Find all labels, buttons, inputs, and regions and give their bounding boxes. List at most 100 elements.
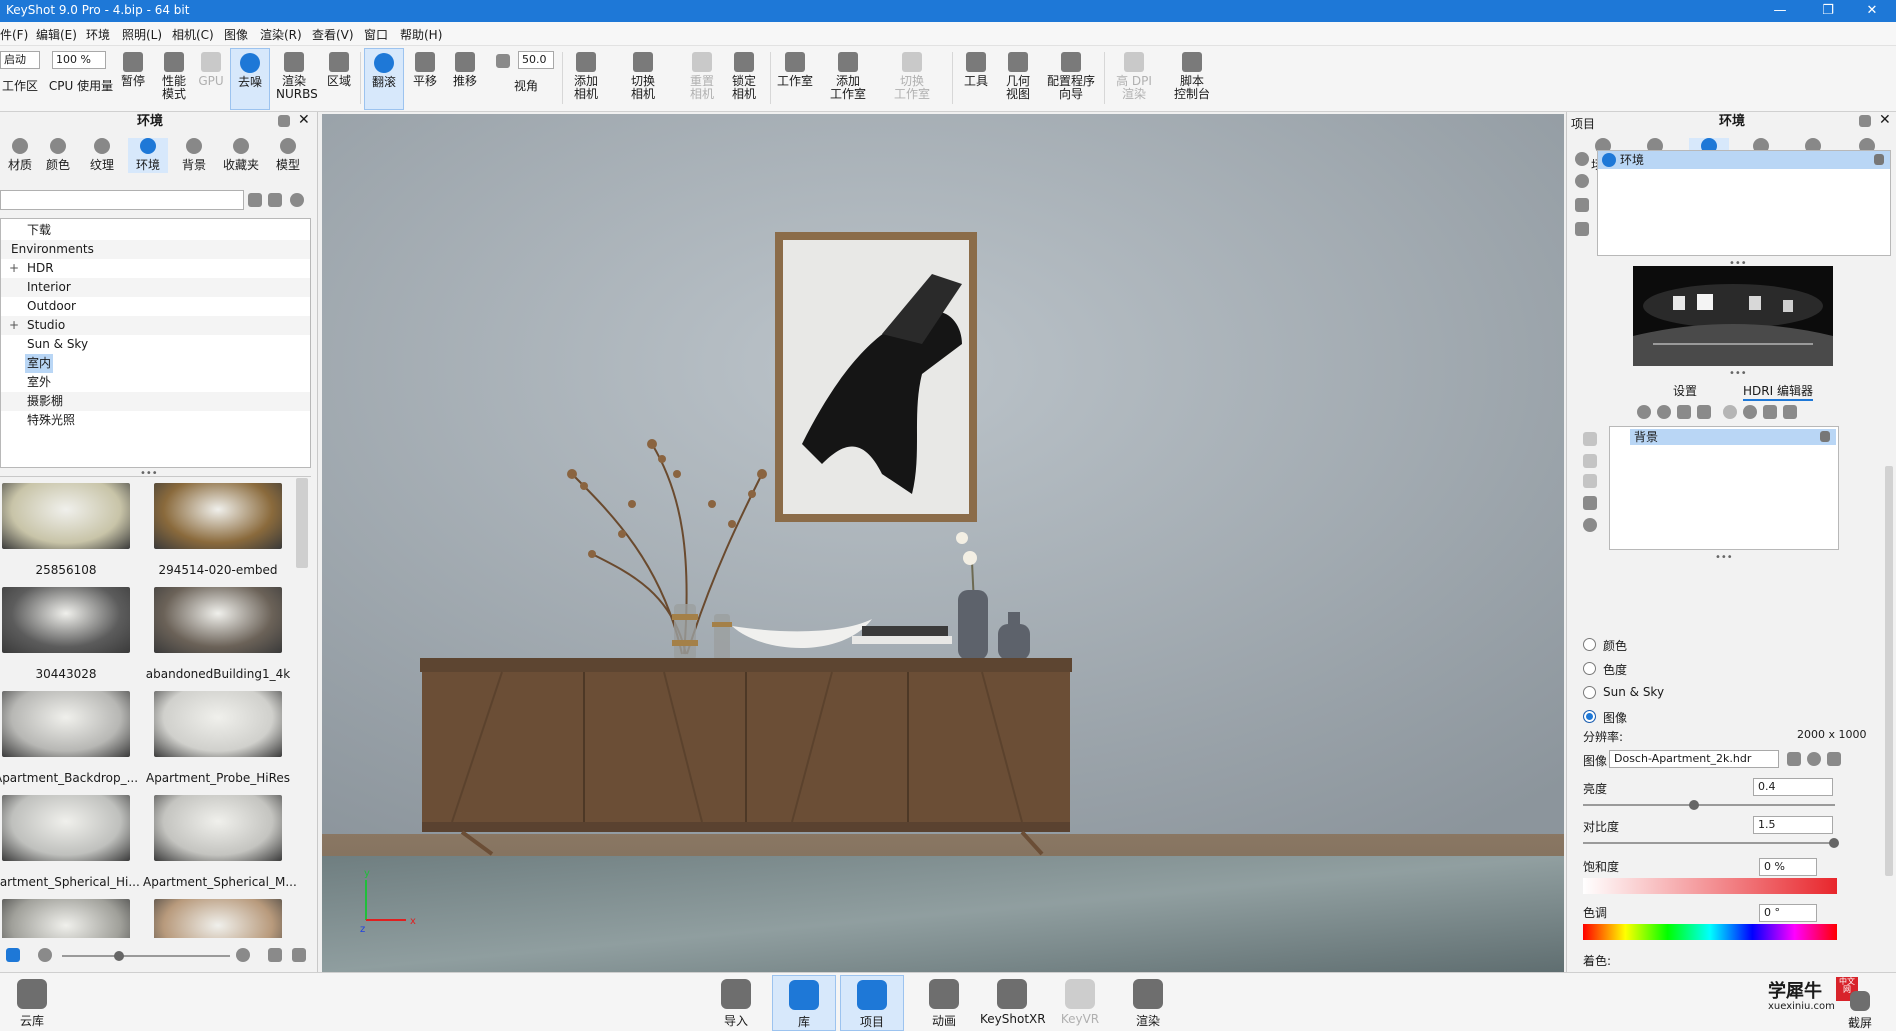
- menu-help[interactable]: 帮助(H): [400, 26, 442, 43]
- background-option-label[interactable]: 图像: [1603, 709, 1627, 726]
- subtab-hdri-editor[interactable]: HDRI 编辑器: [1743, 382, 1813, 401]
- zoom-out-icon[interactable]: [38, 948, 52, 962]
- float-icon[interactable]: [278, 115, 290, 127]
- contrast-input[interactable]: 1.5: [1753, 816, 1833, 834]
- environment-thumbnail[interactable]: [2, 691, 130, 757]
- import-button[interactable]: 导入: [704, 975, 768, 1031]
- tree-item[interactable]: 摄影棚: [1, 392, 310, 411]
- switch-camera-button[interactable]: 切换 相机: [618, 48, 668, 110]
- folder-icon[interactable]: [248, 193, 262, 207]
- tree-item[interactable]: Interior: [1, 278, 310, 297]
- menu-camera[interactable]: 相机(C): [172, 26, 214, 43]
- tools-button[interactable]: 工具: [958, 48, 994, 110]
- environment-thumbnail[interactable]: [154, 691, 282, 757]
- add-pin-icon[interactable]: [1637, 405, 1651, 419]
- environment-thumbnail[interactable]: [154, 795, 282, 861]
- zoom-in-icon[interactable]: [236, 948, 250, 962]
- library-button[interactable]: 库: [772, 975, 836, 1031]
- reset-camera-button[interactable]: 重置 相机: [684, 48, 720, 110]
- background-option-radio[interactable]: [1583, 662, 1596, 675]
- keyvr-button[interactable]: KeyVR: [1048, 975, 1112, 1031]
- add-studio-button[interactable]: 添加 工作室: [826, 48, 870, 110]
- image-file-field[interactable]: Dosch-Apartment_2k.hdr: [1609, 750, 1779, 768]
- panel-scrollbar[interactable]: [1885, 466, 1893, 876]
- maximize-button[interactable]: ❐: [1808, 1, 1848, 21]
- contrast-slider[interactable]: [1583, 842, 1835, 844]
- tree-item[interactable]: + Studio: [1, 316, 310, 335]
- hue-input[interactable]: 0 °: [1759, 904, 1817, 922]
- tab-textures[interactable]: 纹理: [82, 138, 122, 173]
- saturation-gradient[interactable]: [1583, 878, 1837, 894]
- hdri-layer-item[interactable]: 背景: [1630, 429, 1836, 445]
- tree-item[interactable]: 下载: [1, 221, 310, 240]
- cloud-upload-icon[interactable]: [268, 948, 282, 962]
- environment-thumbnail[interactable]: [154, 483, 282, 549]
- fov-input[interactable]: 50.0: [518, 51, 554, 69]
- project-button[interactable]: 项目: [840, 975, 904, 1031]
- region-button[interactable]: 区域: [322, 48, 356, 110]
- hdri-preview[interactable]: [1633, 266, 1833, 366]
- close-icon[interactable]: ✕: [298, 112, 310, 128]
- tree-item[interactable]: 特殊光照: [1, 411, 310, 430]
- splitter-handle[interactable]: •••: [1715, 552, 1733, 563]
- tree-item[interactable]: Environments: [1, 240, 310, 259]
- minimize-button[interactable]: —: [1760, 1, 1800, 21]
- menu-render[interactable]: 渲染(R): [260, 26, 302, 43]
- trash-icon[interactable]: [1583, 432, 1597, 446]
- copy-icon[interactable]: [1575, 198, 1589, 212]
- hidpi-render-button[interactable]: 高 DPI 渲染: [1110, 48, 1158, 110]
- screenshot-button[interactable]: 截屏: [1830, 975, 1890, 1031]
- brightness-knob[interactable]: [1689, 800, 1699, 810]
- tab-favorites[interactable]: 收藏夹: [218, 138, 264, 173]
- render-button[interactable]: 渲染: [1116, 975, 1180, 1031]
- add-camera-button[interactable]: 添加 相机: [566, 48, 606, 110]
- arrow-down-icon[interactable]: [1583, 474, 1597, 488]
- lock-camera-button[interactable]: 锁定 相机: [726, 48, 762, 110]
- script-console-button[interactable]: 脚本 控制台: [1168, 48, 1216, 110]
- refresh-icon[interactable]: [1807, 752, 1821, 766]
- tree-expander[interactable]: +: [9, 316, 19, 335]
- switch-studio-button[interactable]: 切换 工作室: [886, 48, 938, 110]
- duplicate-environment-icon[interactable]: [1575, 174, 1589, 188]
- library-search-input[interactable]: [0, 190, 244, 210]
- workspace-select[interactable]: 启动: [0, 51, 40, 69]
- tree-item[interactable]: 室外: [1, 373, 310, 392]
- studio-button[interactable]: 工作室: [774, 48, 816, 110]
- render-viewport[interactable]: y x z: [322, 114, 1564, 972]
- grid-view-icon[interactable]: [6, 948, 20, 962]
- cloud-library-button[interactable]: 云库: [0, 975, 64, 1031]
- grid-scrollbar[interactable]: [296, 478, 308, 568]
- thumbnail-size-slider[interactable]: [62, 955, 230, 957]
- tab-materials[interactable]: 材质: [0, 138, 40, 173]
- menu-window[interactable]: 窗口: [364, 26, 388, 43]
- tab-backplates[interactable]: 背景: [174, 138, 214, 173]
- pan-button[interactable]: 平移: [408, 48, 442, 110]
- menu-lighting[interactable]: 照明(L): [122, 26, 162, 43]
- background-option-label[interactable]: 色度: [1603, 661, 1627, 678]
- sync-icon[interactable]: [1743, 405, 1757, 419]
- environment-thumbnail[interactable]: [154, 587, 282, 653]
- background-option-radio[interactable]: [1583, 638, 1596, 651]
- splitter-handle[interactable]: •••: [1729, 368, 1747, 379]
- dolly-button[interactable]: 推移: [448, 48, 482, 110]
- add-image-icon[interactable]: [1677, 405, 1691, 419]
- close-icon[interactable]: ✕: [1879, 112, 1891, 128]
- geometry-view-button[interactable]: 几何 视图: [1000, 48, 1036, 110]
- performance-mode-button[interactable]: 性能 模式: [156, 48, 192, 110]
- tree-item[interactable]: + HDR: [1, 259, 310, 278]
- thumbnail-size-knob[interactable]: [114, 951, 124, 961]
- keyshotxr-button[interactable]: KeyShotXR: [980, 975, 1046, 1031]
- tree-item[interactable]: Outdoor: [1, 297, 310, 316]
- folder-open-icon[interactable]: [1787, 752, 1801, 766]
- environment-thumbnail[interactable]: [2, 795, 130, 861]
- folder-add-icon[interactable]: [268, 193, 282, 207]
- subtab-settings[interactable]: 设置: [1673, 382, 1697, 399]
- background-option-label[interactable]: 颜色: [1603, 637, 1627, 654]
- tree-item[interactable]: 室内: [1, 354, 310, 373]
- gpu-button[interactable]: GPU: [198, 48, 224, 110]
- tree-expander[interactable]: +: [9, 259, 19, 278]
- saturation-input[interactable]: 0 %: [1759, 858, 1817, 876]
- environment-list-item[interactable]: 环境: [1598, 151, 1890, 169]
- hue-gradient[interactable]: [1583, 924, 1837, 940]
- render-nurbs-button[interactable]: 渲染 NURBS: [276, 48, 318, 110]
